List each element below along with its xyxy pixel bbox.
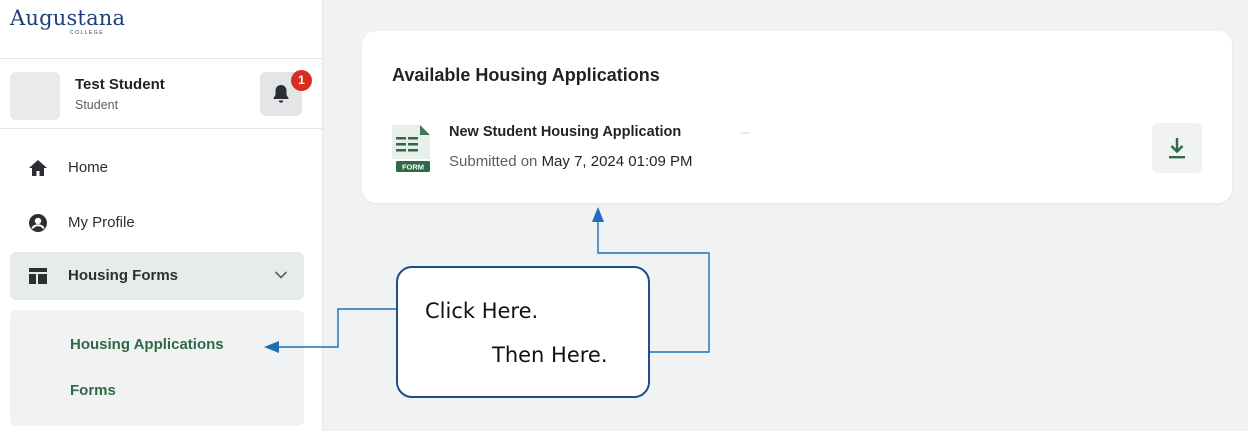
arrowhead-up-icon [592,207,604,222]
arrowhead-left-icon [264,341,279,353]
instruction-callout: Click Here. Then Here. [396,266,650,398]
callout-text-step2: Then Here. [492,343,608,367]
callout-text-step1: Click Here. [425,299,539,323]
arrow-line-housing-applications [278,308,396,348]
